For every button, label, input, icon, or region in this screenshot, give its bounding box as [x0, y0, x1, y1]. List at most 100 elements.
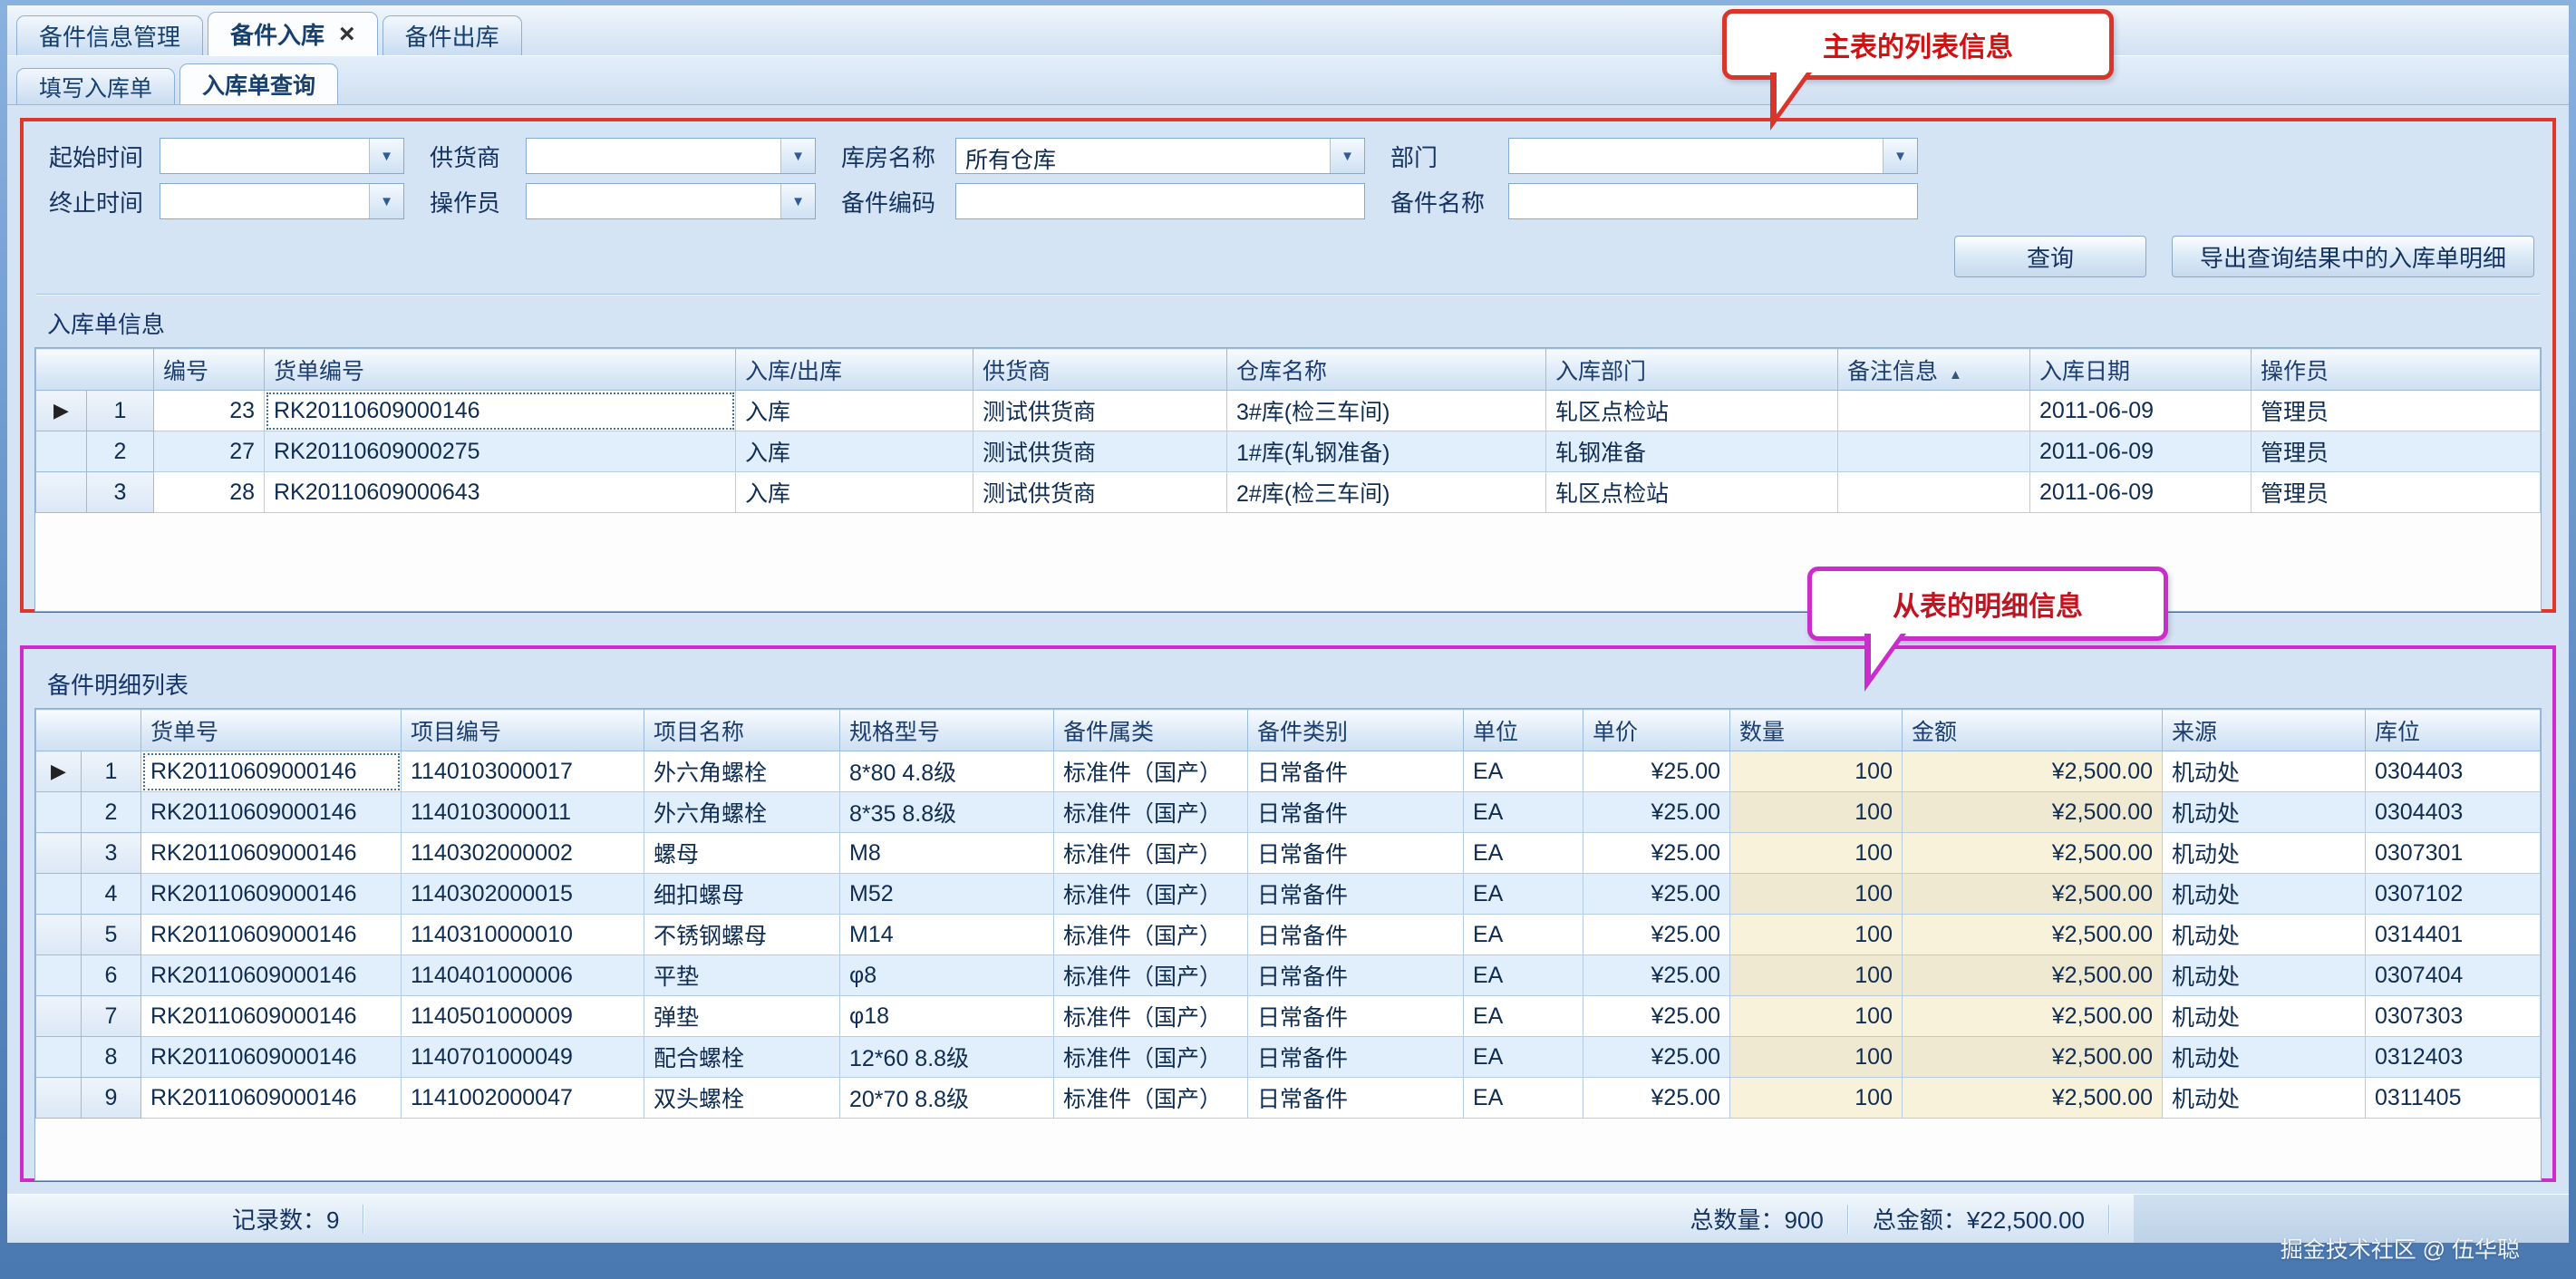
department-combo[interactable]: ▼ — [1508, 138, 1918, 174]
cell-attr[interactable]: 标准件（国产） — [1054, 996, 1248, 1037]
cell-qty[interactable]: 100 — [1730, 1078, 1903, 1119]
col-header-in-out[interactable]: 入库/出库 — [736, 349, 973, 391]
cell-attr[interactable]: 标准件（国产） — [1054, 1078, 1248, 1119]
col-header-qty[interactable]: 数量 — [1730, 710, 1903, 751]
export-details-button[interactable]: 导出查询结果中的入库单明细 — [2172, 236, 2534, 277]
cell-attr[interactable]: 标准件（国产） — [1054, 955, 1248, 996]
cell-qty[interactable]: 100 — [1730, 1037, 1903, 1078]
chevron-down-icon[interactable]: ▼ — [369, 184, 403, 218]
cell-qty[interactable]: 100 — [1730, 955, 1903, 996]
cell-price[interactable]: ¥25.00 — [1583, 996, 1730, 1037]
cell-spec[interactable]: M14 — [840, 915, 1054, 955]
tab-parts-info-management[interactable]: 备件信息管理 — [16, 15, 203, 55]
cell-location[interactable]: 0314401 — [2366, 915, 2541, 955]
cell-amount[interactable]: ¥2,500.00 — [1903, 955, 2163, 996]
start-time-combo[interactable]: ▼ — [160, 138, 404, 174]
cell-unit[interactable]: EA — [1464, 955, 1583, 996]
cell-order-no[interactable]: RK20110609000146 — [141, 874, 402, 915]
table-row[interactable]: 8 RK20110609000146 1140701000049 配合螺栓 12… — [36, 1037, 2541, 1078]
supplier-combo[interactable]: ▼ — [526, 138, 816, 174]
cell-source[interactable]: 机动处 — [2163, 751, 2366, 792]
col-header-department[interactable]: 入库部门 — [1546, 349, 1838, 391]
cell-item-name[interactable]: 外六角螺栓 — [644, 792, 840, 833]
cell-amount[interactable]: ¥2,500.00 — [1903, 915, 2163, 955]
cell-source[interactable]: 机动处 — [2163, 1078, 2366, 1119]
col-header-spec[interactable]: 规格型号 — [840, 710, 1054, 751]
cell-item-name[interactable]: 螺母 — [644, 833, 840, 874]
cell-date[interactable]: 2011-06-09 — [2030, 391, 2252, 431]
cell-source[interactable]: 机动处 — [2163, 915, 2366, 955]
col-header-warehouse[interactable]: 仓库名称 — [1227, 349, 1546, 391]
cell-order-no[interactable]: RK20110609000146 — [141, 1078, 402, 1119]
cell-order-no[interactable]: RK20110609000146 — [141, 833, 402, 874]
cell-location[interactable]: 0307404 — [2366, 955, 2541, 996]
cell-amount[interactable]: ¥2,500.00 — [1903, 792, 2163, 833]
cell-qty[interactable]: 100 — [1730, 833, 1903, 874]
cell-location[interactable]: 0307301 — [2366, 833, 2541, 874]
cell-unit[interactable]: EA — [1464, 833, 1583, 874]
warehouse-combo[interactable]: 所有仓库 ▼ — [955, 138, 1365, 174]
col-header-price[interactable]: 单价 — [1583, 710, 1730, 751]
cell-id[interactable]: 28 — [154, 472, 265, 513]
tab-inbound-query[interactable]: 入库单查询 — [179, 63, 338, 104]
cell-warehouse[interactable]: 1#库(轧钢准备) — [1227, 431, 1546, 472]
col-header-source[interactable]: 来源 — [2163, 710, 2366, 751]
cell-unit[interactable]: EA — [1464, 915, 1583, 955]
cell-amount[interactable]: ¥2,500.00 — [1903, 1037, 2163, 1078]
cell-item-name[interactable]: 细扣螺母 — [644, 874, 840, 915]
table-row[interactable]: 2 27 RK20110609000275 入库 测试供货商 1#库(轧钢准备)… — [36, 431, 2541, 472]
cell-operator[interactable]: 管理员 — [2252, 391, 2541, 431]
cell-price[interactable]: ¥25.00 — [1583, 751, 1730, 792]
cell-qty[interactable]: 100 — [1730, 751, 1903, 792]
col-header-note[interactable]: 备注信息▲ — [1838, 349, 2030, 391]
cell-location[interactable]: 0304403 — [2366, 792, 2541, 833]
table-row[interactable]: 3 RK20110609000146 1140302000002 螺母 M8 标… — [36, 833, 2541, 874]
cell-amount[interactable]: ¥2,500.00 — [1903, 751, 2163, 792]
part-code-input[interactable] — [955, 183, 1365, 219]
cell-item-name[interactable]: 双头螺栓 — [644, 1078, 840, 1119]
cell-date[interactable]: 2011-06-09 — [2030, 431, 2252, 472]
col-header-operator[interactable]: 操作员 — [2252, 349, 2541, 391]
cell-price[interactable]: ¥25.00 — [1583, 833, 1730, 874]
cell-warehouse[interactable]: 3#库(检三车间) — [1227, 391, 1546, 431]
col-header-item-code[interactable]: 项目编号 — [402, 710, 644, 751]
cell-category[interactable]: 日常备件 — [1248, 1037, 1464, 1078]
cell-supplier[interactable]: 测试供货商 — [973, 431, 1227, 472]
col-header-id[interactable]: 编号 — [154, 349, 265, 391]
table-row[interactable]: 7 RK20110609000146 1140501000009 弹垫 φ18 … — [36, 996, 2541, 1037]
cell-department[interactable]: 轧区点检站 — [1546, 391, 1838, 431]
cell-source[interactable]: 机动处 — [2163, 996, 2366, 1037]
cell-department[interactable]: 轧区点检站 — [1546, 472, 1838, 513]
search-button[interactable]: 查询 — [1954, 236, 2146, 277]
cell-order-code[interactable]: RK20110609000275 — [265, 431, 736, 472]
cell-attr[interactable]: 标准件（国产） — [1054, 1037, 1248, 1078]
cell-location[interactable]: 0307303 — [2366, 996, 2541, 1037]
cell-source[interactable]: 机动处 — [2163, 955, 2366, 996]
cell-attr[interactable]: 标准件（国产） — [1054, 751, 1248, 792]
cell-unit[interactable]: EA — [1464, 1037, 1583, 1078]
cell-attr[interactable]: 标准件（国产） — [1054, 833, 1248, 874]
cell-category[interactable]: 日常备件 — [1248, 915, 1464, 955]
cell-supplier[interactable]: 测试供货商 — [973, 472, 1227, 513]
chevron-down-icon[interactable]: ▼ — [780, 184, 815, 218]
cell-price[interactable]: ¥25.00 — [1583, 874, 1730, 915]
cell-location[interactable]: 0304403 — [2366, 751, 2541, 792]
col-header-order-no[interactable]: 货单号 — [141, 710, 402, 751]
col-header-attr[interactable]: 备件属类 — [1054, 710, 1248, 751]
cell-item-name[interactable]: 配合螺栓 — [644, 1037, 840, 1078]
cell-item-code[interactable]: 1140103000011 — [402, 792, 644, 833]
cell-in-out[interactable]: 入库 — [736, 431, 973, 472]
cell-id[interactable]: 27 — [154, 431, 265, 472]
tab-parts-inbound[interactable]: 备件入库 × — [208, 12, 378, 55]
chevron-down-icon[interactable]: ▼ — [1883, 139, 1917, 173]
cell-unit[interactable]: EA — [1464, 1078, 1583, 1119]
table-row[interactable]: 5 RK20110609000146 1140310000010 不锈钢螺母 M… — [36, 915, 2541, 955]
cell-location[interactable]: 0311405 — [2366, 1078, 2541, 1119]
cell-item-code[interactable]: 1141002000047 — [402, 1078, 644, 1119]
cell-spec[interactable]: φ18 — [840, 996, 1054, 1037]
cell-order-code[interactable]: RK20110609000146 — [265, 391, 736, 431]
cell-category[interactable]: 日常备件 — [1248, 792, 1464, 833]
cell-item-code[interactable]: 1140302000015 — [402, 874, 644, 915]
cell-supplier[interactable]: 测试供货商 — [973, 391, 1227, 431]
cell-price[interactable]: ¥25.00 — [1583, 955, 1730, 996]
